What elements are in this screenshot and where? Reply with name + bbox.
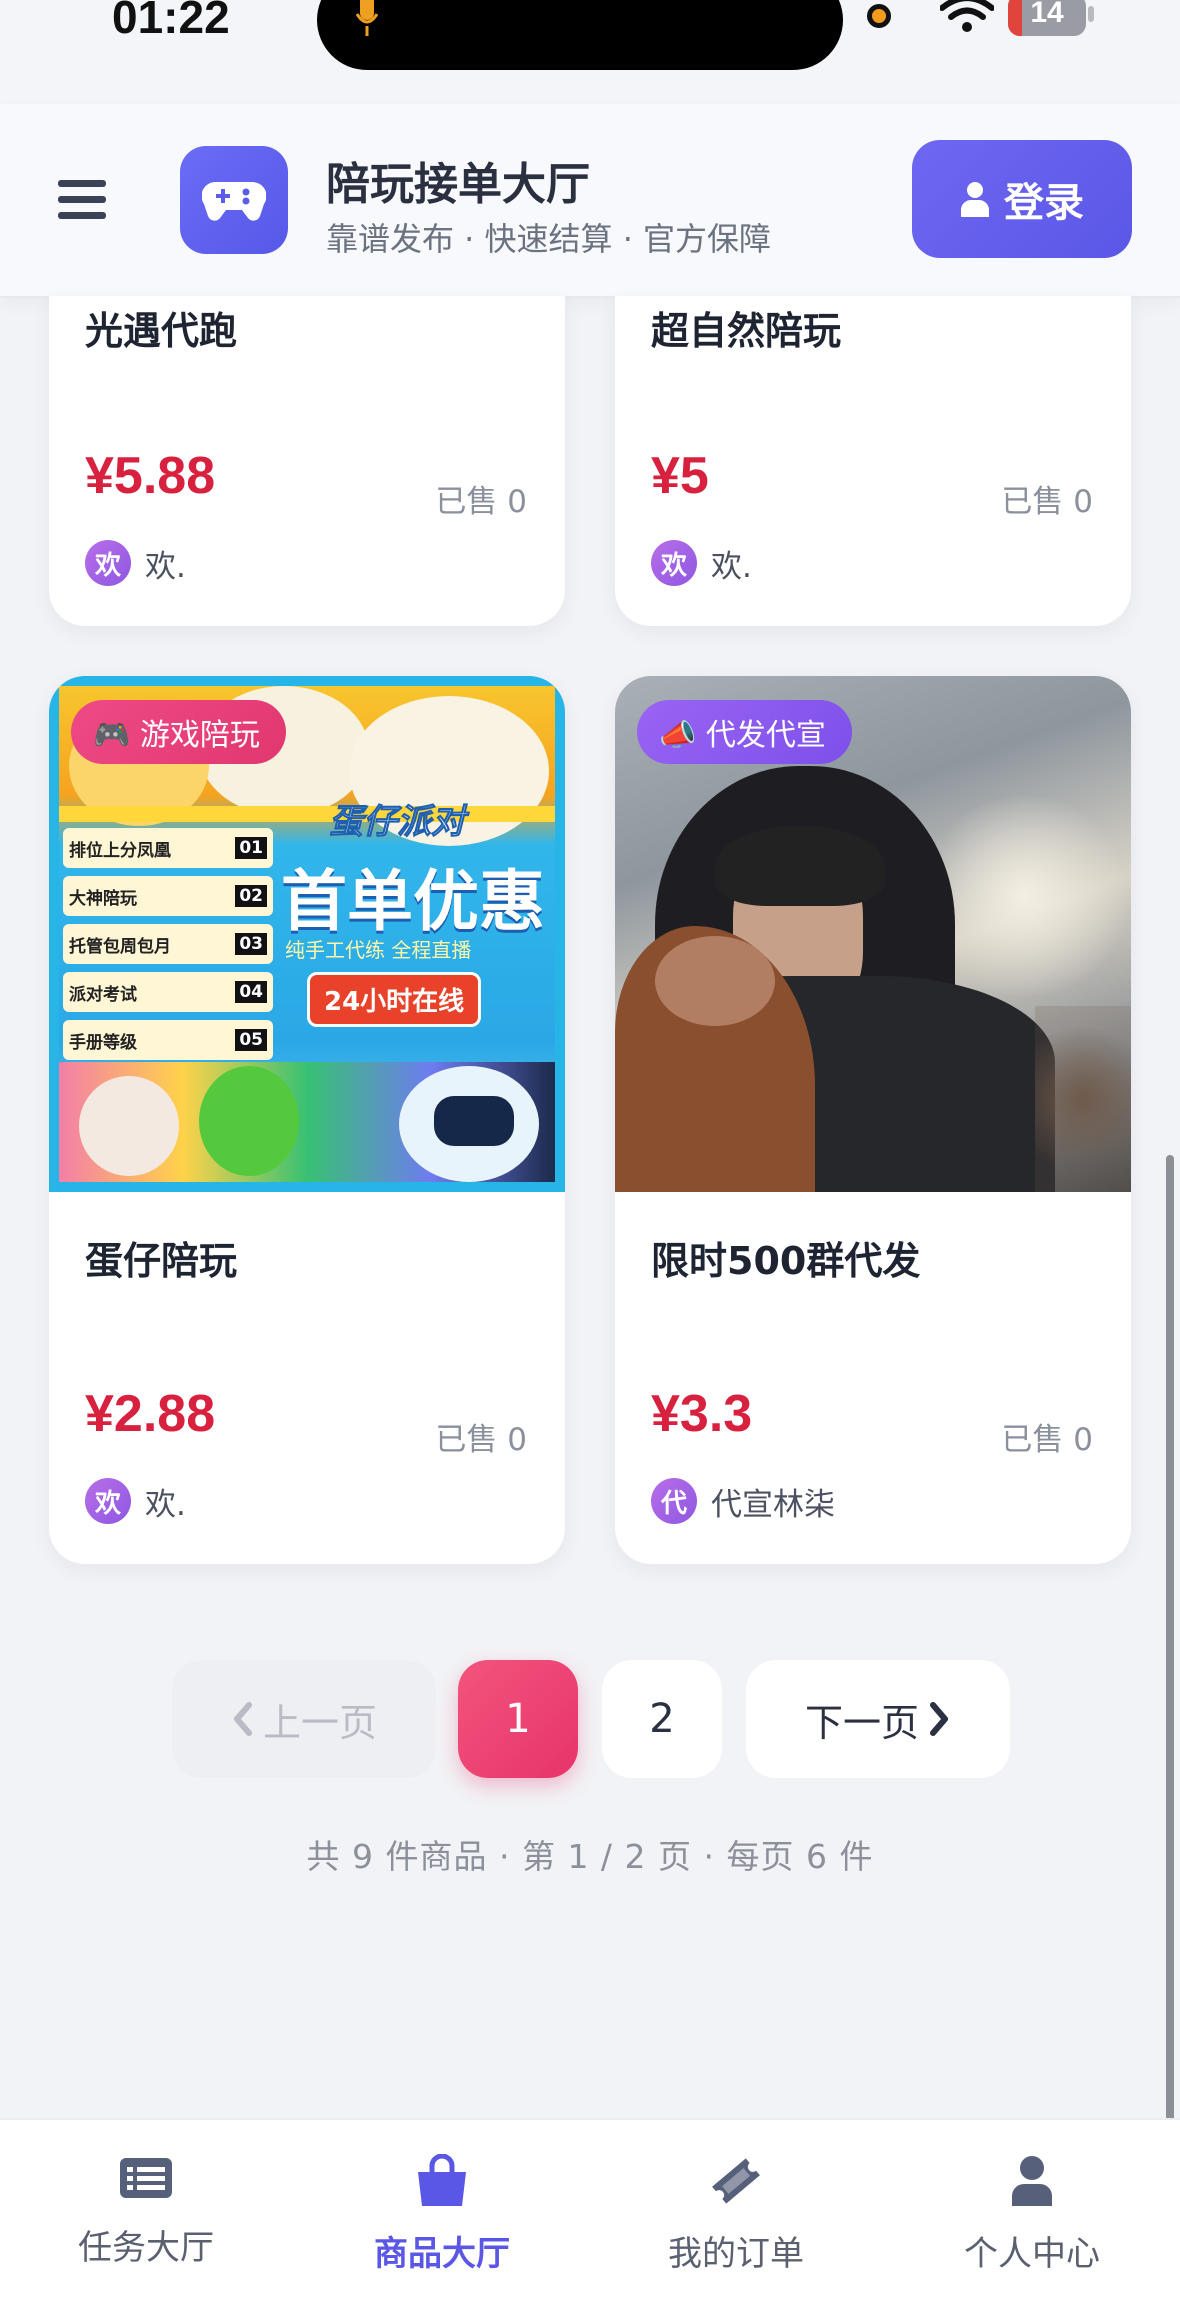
battery-tip — [1088, 6, 1094, 22]
seller-avatar: 代 — [651, 1478, 697, 1524]
tab-label: 个人中心 — [964, 2234, 1100, 2274]
chevron-left-icon — [233, 1702, 252, 1736]
microphone-icon — [356, 0, 378, 36]
product-seller: 欢 欢. — [85, 1478, 186, 1524]
image-sub: 纯手工代练 全程直播 — [285, 938, 472, 962]
product-title: 超自然陪玩 — [651, 309, 842, 353]
next-page-button[interactable]: 下一页 — [746, 1660, 1010, 1778]
seller-name: 欢. — [145, 1486, 186, 1523]
tab-my-orders[interactable]: 我的订单 — [616, 2154, 856, 2275]
product-seller: 欢 欢. — [85, 540, 186, 586]
category-badge: 🎮 游戏陪玩 — [71, 700, 286, 764]
dynamic-island — [317, 0, 843, 70]
image-cta: 24小时在线 — [307, 972, 482, 1027]
page-button-2[interactable]: 2 — [602, 1660, 722, 1778]
product-seller: 代 代宣林柒 — [651, 1478, 835, 1524]
battery-level: 14 — [1030, 0, 1064, 29]
app-subtitle: 靠谱发布 · 快速结算 · 官方保障 — [326, 220, 772, 258]
battery-icon: 14 — [1008, 0, 1086, 36]
product-price: ¥5 — [651, 447, 709, 505]
seller-avatar: 欢 — [85, 1478, 131, 1524]
tab-profile[interactable]: 个人中心 — [912, 2154, 1152, 2275]
menu-icon[interactable] — [58, 180, 106, 220]
product-sold-count: 已售 0 — [1001, 1422, 1093, 1458]
product-title: 限时500群代发 — [651, 1239, 921, 1283]
user-icon — [961, 182, 989, 217]
seller-name: 欢. — [711, 548, 752, 585]
product-title: 光遇代跑 — [85, 309, 238, 353]
status-bar: 01:22 14 — [0, 0, 1180, 104]
product-card[interactable]: 蛋仔派对 排位上分凤凰 01 大神陪玩 02 托管包周包月 03 派对考试 04 手册等… — [49, 676, 565, 1564]
product-sold-count: 已售 0 — [1001, 484, 1093, 520]
tab-label: 商品大厅 — [374, 2234, 510, 2274]
prev-page-button[interactable]: 上一页 — [172, 1660, 436, 1778]
list-icon — [120, 2158, 172, 2198]
status-time: 01:22 — [112, 0, 230, 43]
login-label: 登录 — [1004, 180, 1084, 226]
product-sold-count: 已售 0 — [435, 484, 527, 520]
seller-name: 欢. — [145, 548, 186, 585]
product-price: ¥2.88 — [85, 1385, 216, 1443]
tab-label: 任务大厅 — [78, 2228, 214, 2268]
product-seller: 欢 欢. — [651, 540, 752, 586]
image-headline: 首单优惠 — [281, 863, 545, 940]
product-title: 蛋仔陪玩 — [85, 1239, 238, 1283]
gamepad-logo-icon — [180, 146, 288, 254]
product-sold-count: 已售 0 — [435, 1422, 527, 1458]
product-card[interactable]: 📣 代发代宣 限时500群代发 ¥3.3 已售 0 代 代宣林柒 — [615, 676, 1131, 1564]
user-icon — [1012, 2156, 1052, 2206]
category-badge: 📣 代发代宣 — [637, 700, 852, 764]
product-card[interactable]: 光遇代跑 ¥5.88 已售 0 欢 欢. — [49, 296, 565, 626]
wifi-icon — [940, 0, 994, 32]
image-menu: 排位上分凤凰 01 大神陪玩 02 托管包周包月 03 派对考试 04 手册等级 05 — [63, 828, 273, 1060]
product-price: ¥5.88 — [85, 447, 216, 505]
tab-label: 我的订单 — [668, 2234, 804, 2274]
product-card[interactable]: 超自然陪玩 ¥5 已售 0 欢 欢. — [615, 296, 1131, 626]
chevron-right-icon — [930, 1702, 948, 1736]
next-page-label: 下一页 — [804, 1700, 919, 1745]
seller-name: 代宣林柒 — [711, 1486, 835, 1523]
login-button[interactable]: 登录 — [912, 140, 1132, 258]
page-button-1[interactable]: 1 — [458, 1660, 578, 1778]
scrollbar[interactable] — [1166, 1155, 1174, 2125]
prev-page-label: 上一页 — [262, 1700, 377, 1745]
recording-indicator-icon — [867, 4, 891, 28]
product-price: ¥3.3 — [651, 1385, 753, 1443]
pagination-summary: 共 9 件商品 · 第 1 / 2 页 · 每页 6 件 — [306, 1837, 874, 1876]
tab-product-hall[interactable]: 商品大厅 — [322, 2154, 562, 2275]
app-header: 陪玩接单大厅 靠谱发布 · 快速结算 · 官方保障 登录 — [0, 104, 1180, 298]
tab-task-hall[interactable]: 任务大厅 — [26, 2154, 266, 2269]
ticket-icon — [712, 2158, 760, 2204]
app-title: 陪玩接单大厅 — [326, 159, 590, 210]
seller-avatar: 欢 — [651, 540, 697, 586]
image-brand: 蛋仔派对 — [329, 802, 466, 843]
bottom-tab-bar: 任务大厅 商品大厅 我的订单 个人中心 — [0, 2118, 1180, 2316]
seller-avatar: 欢 — [85, 540, 131, 586]
shopping-bag-icon — [418, 2154, 466, 2206]
